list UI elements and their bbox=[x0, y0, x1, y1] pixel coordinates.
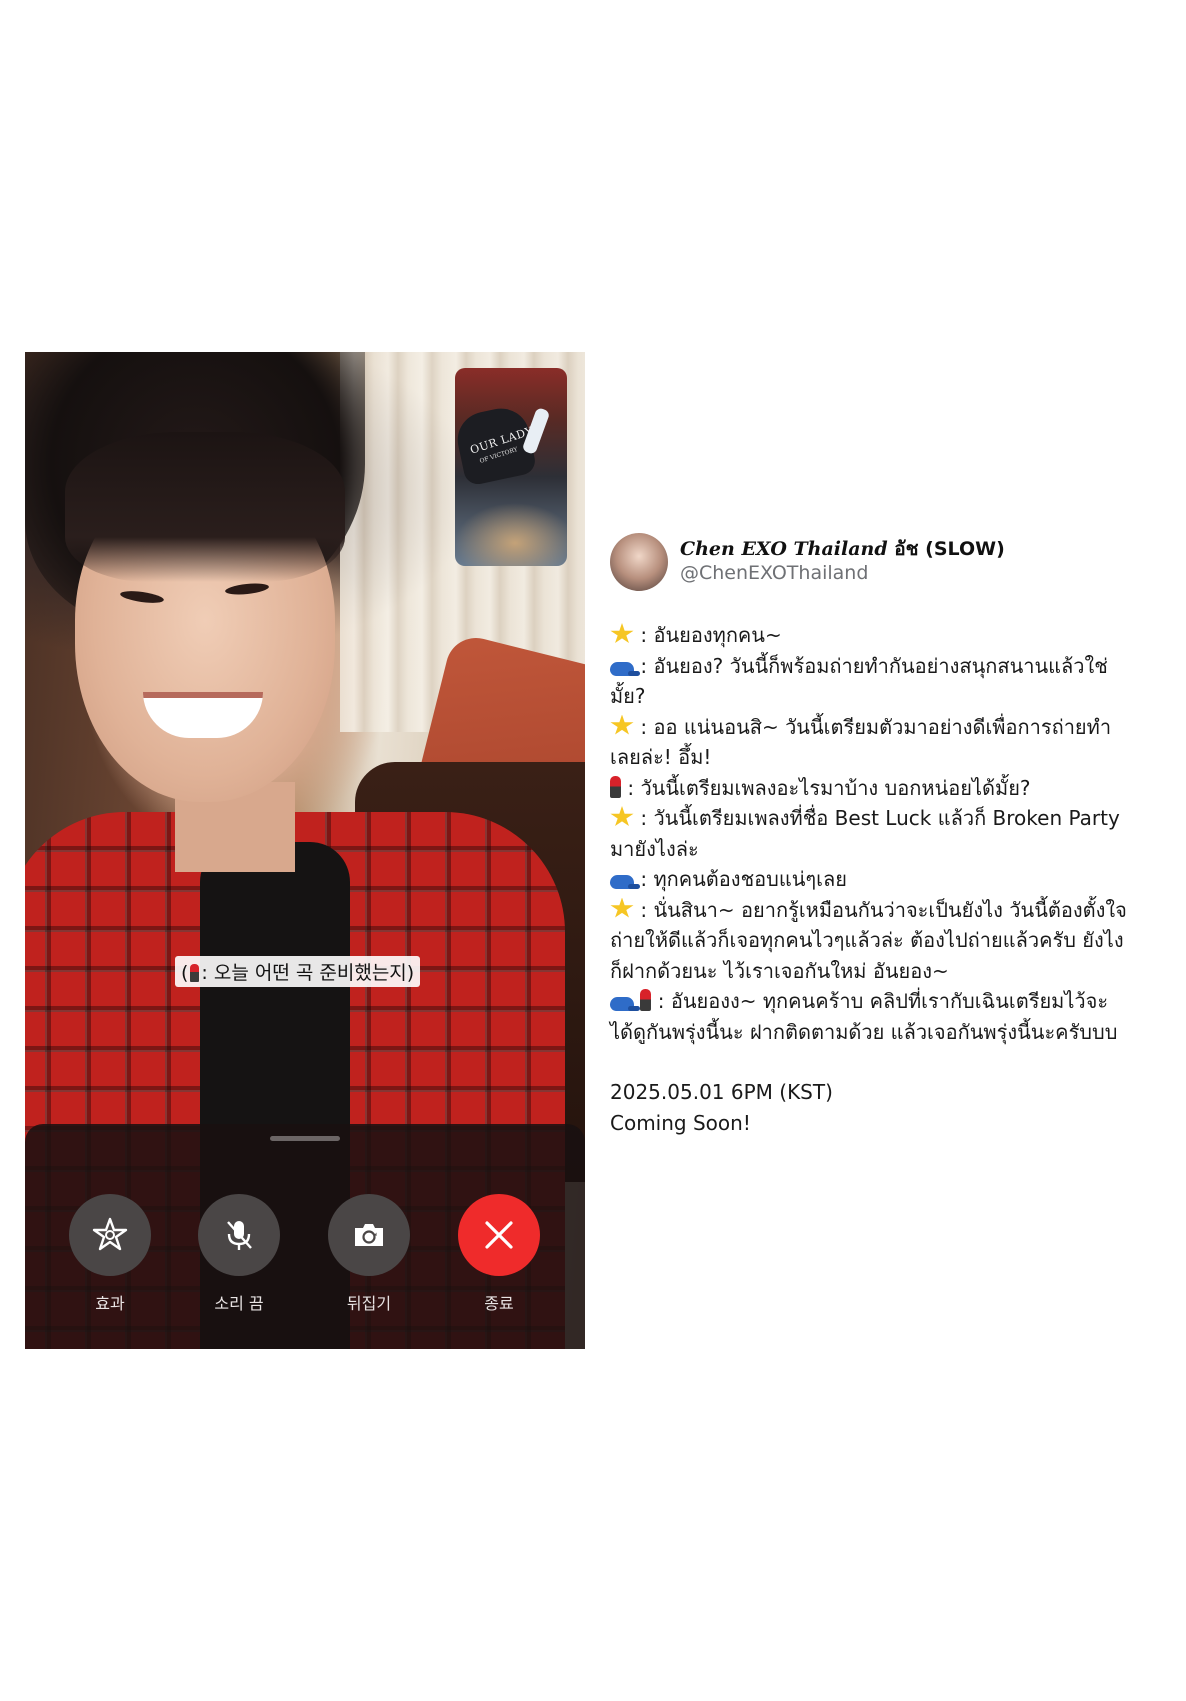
mute-button[interactable] bbox=[198, 1194, 280, 1276]
mute-control: 소리 끔 bbox=[197, 1194, 281, 1314]
star-icon bbox=[610, 623, 634, 644]
star-icon bbox=[610, 806, 634, 827]
close-icon bbox=[485, 1221, 513, 1249]
end-call-control: 종료 bbox=[457, 1194, 541, 1314]
tweet-line-text: : วันนี้เตรียมเพลงอะไรมาบ้าง บอกหน่อยได้… bbox=[621, 775, 1031, 800]
tweet: Chen EXO Thailand อัช (SLOW) @ChenEXOTha… bbox=[610, 532, 1130, 1138]
user-handle[interactable]: @ChenEXOThailand bbox=[680, 562, 1005, 586]
cap-icon bbox=[610, 661, 640, 676]
effects-button[interactable] bbox=[69, 1194, 151, 1276]
caption-open-paren: ( bbox=[181, 962, 189, 984]
tweet-line: : อันยองง~ ทุกคนคร้าบ คลิปที่เรากับเฉินเ… bbox=[610, 986, 1130, 1047]
flip-label: 뒤집기 bbox=[346, 1294, 392, 1313]
tweet-line: : วันนี้เตรียมเพลงที่ชื่อ Best Luck แล้ว… bbox=[610, 803, 1130, 864]
cap-icon bbox=[610, 875, 640, 889]
mic-off-icon bbox=[227, 1221, 252, 1250]
tweet-author[interactable]: Chen EXO Thailand อัช (SLOW) @ChenEXOTha… bbox=[610, 532, 1130, 592]
flip-control: 뒤집기 bbox=[327, 1194, 411, 1314]
video-call-screen: OUR LADY OF VICTORY ( : 오늘 어떤 곡 준비했는지) 효과 bbox=[25, 352, 585, 1349]
tweet-line: : ทุกคนต้องชอบแน่ๆเลย bbox=[610, 864, 1130, 895]
star-icon bbox=[610, 714, 634, 735]
tweet-line-text: : ออ แน่นอนสิ~ วันนี้เตรียมตัวมาอย่างดีเ… bbox=[610, 714, 1112, 770]
caption-text: : 오늘 어떤 곡 준비했는지) bbox=[201, 962, 415, 984]
display-name-suffix: อัช (SLOW) bbox=[894, 538, 1005, 561]
display-name[interactable]: Chen EXO Thailand อัช (SLOW) bbox=[680, 538, 1005, 562]
person-bangs bbox=[65, 432, 345, 582]
subtitle-caption: ( : 오늘 어떤 곡 준비했는지) bbox=[175, 956, 421, 987]
lipstick-icon bbox=[190, 964, 200, 982]
lipstick-icon bbox=[640, 989, 652, 1011]
tweet-line: : อันยองทุกคน~ bbox=[610, 620, 1130, 651]
author-names: Chen EXO Thailand อัช (SLOW) @ChenEXOTha… bbox=[680, 538, 1005, 586]
self-view-thumbnail[interactable]: OUR LADY OF VICTORY bbox=[455, 368, 567, 566]
tweet-line-text: : วันนี้เตรียมเพลงที่ชื่อ Best Luck แล้ว… bbox=[610, 806, 1120, 861]
call-controls-panel: 효과 소리 끔 뒤집기 종료 bbox=[25, 1124, 585, 1349]
tweet-line-text: : ทุกคนต้องชอบแน่ๆเลย bbox=[634, 867, 847, 891]
end-call-label: 종료 bbox=[484, 1294, 514, 1313]
effects-icon bbox=[92, 1217, 128, 1251]
effects-control: 효과 bbox=[68, 1194, 152, 1314]
tweet-line-text: : อันยองง~ ทุกคนคร้าบ คลิปที่เรากับเฉินเ… bbox=[610, 989, 1118, 1044]
tweet-line: : อันยอง? วันนี้ก็พร้อมถ่ายทำกันอย่างสนุ… bbox=[610, 651, 1130, 712]
mute-label: 소리 끔 bbox=[214, 1294, 264, 1313]
tweet-line-text: : อันยอง? วันนี้ก็พร้อมถ่ายทำกันอย่างสนุ… bbox=[610, 653, 1108, 709]
end-call-button[interactable] bbox=[458, 1194, 540, 1276]
flip-camera-icon bbox=[355, 1224, 383, 1246]
cap-icon bbox=[610, 997, 640, 1011]
tweet-body: : อันยองทุกคน~ : อันยอง? วันนี้ก็พร้อมถ่… bbox=[610, 620, 1130, 1047]
lipstick-icon bbox=[610, 775, 621, 798]
release-date: 2025.05.01 6PM (KST) bbox=[610, 1080, 833, 1104]
tweet-footer: 2025.05.01 6PM (KST) Coming Soon! bbox=[610, 1077, 1130, 1138]
flip-camera-button[interactable] bbox=[328, 1194, 410, 1276]
avatar[interactable] bbox=[610, 533, 668, 591]
tweet-line: : วันนี้เตรียมเพลงอะไรมาบ้าง บอกหน่อยได้… bbox=[610, 773, 1130, 804]
tweet-line-text: : อันยองทุกคน~ bbox=[634, 623, 782, 647]
tweet-line: : นั่นสินา~ อยากรู้เหมือนกันว่าจะเป็นยัง… bbox=[610, 895, 1130, 987]
display-name-text: Chen EXO Thailand bbox=[680, 538, 888, 561]
tweet-line: : ออ แน่นอนสิ~ วันนี้เตรียมตัวมาอย่างดีเ… bbox=[610, 712, 1130, 773]
coming-soon-text: Coming Soon! bbox=[610, 1110, 751, 1135]
star-icon bbox=[610, 897, 634, 918]
tweet-line-text: : นั่นสินา~ อยากรู้เหมือนกันว่าจะเป็นยัง… bbox=[610, 897, 1127, 983]
drag-handle[interactable] bbox=[270, 1136, 340, 1141]
effects-label: 효과 bbox=[95, 1294, 125, 1313]
